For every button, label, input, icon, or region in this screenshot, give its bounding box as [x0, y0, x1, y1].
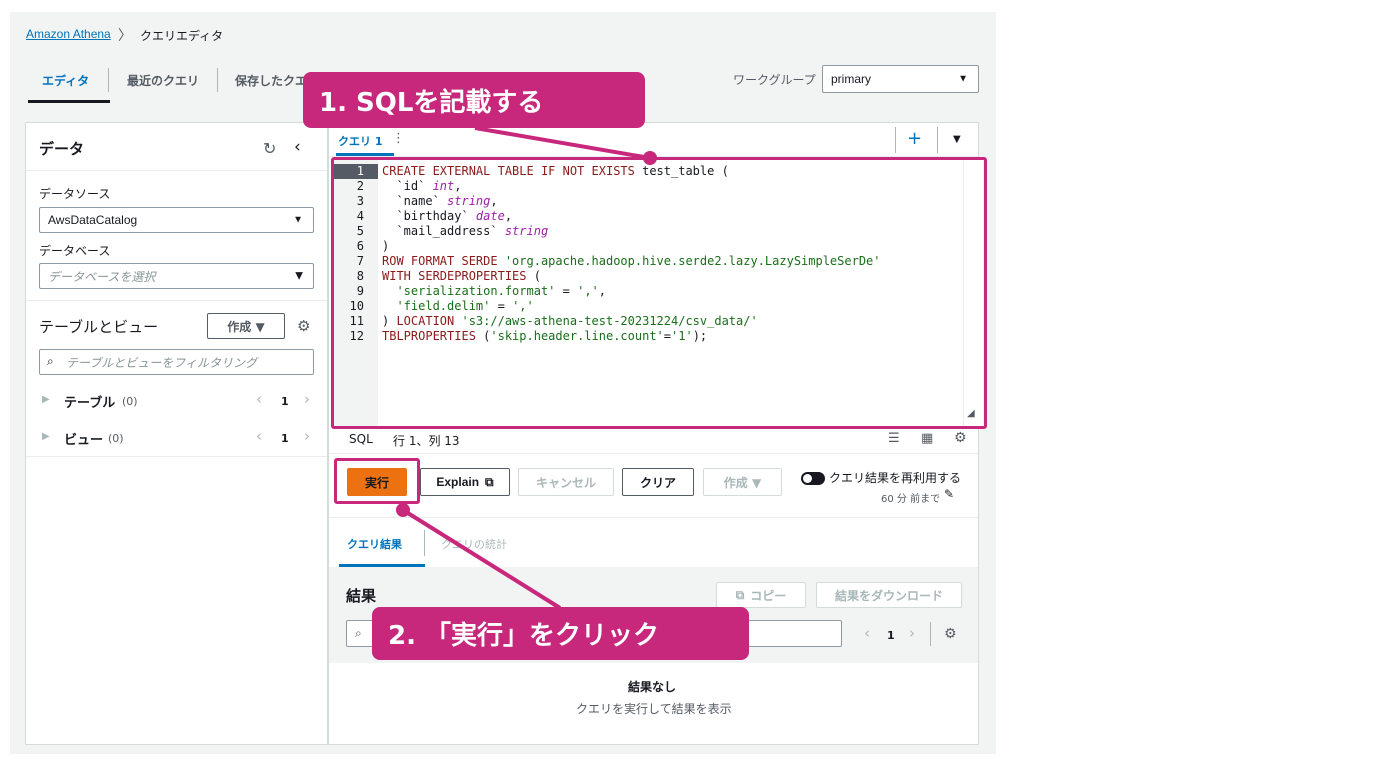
callout1-anchor — [643, 151, 657, 165]
callout2-anchor — [396, 503, 410, 517]
step1-callout: 1. SQLを記載する — [303, 72, 645, 128]
callout2-connector — [401, 508, 562, 610]
callout1-connector — [474, 126, 651, 160]
step2-callout: 2. 「実行」をクリック — [372, 607, 749, 660]
